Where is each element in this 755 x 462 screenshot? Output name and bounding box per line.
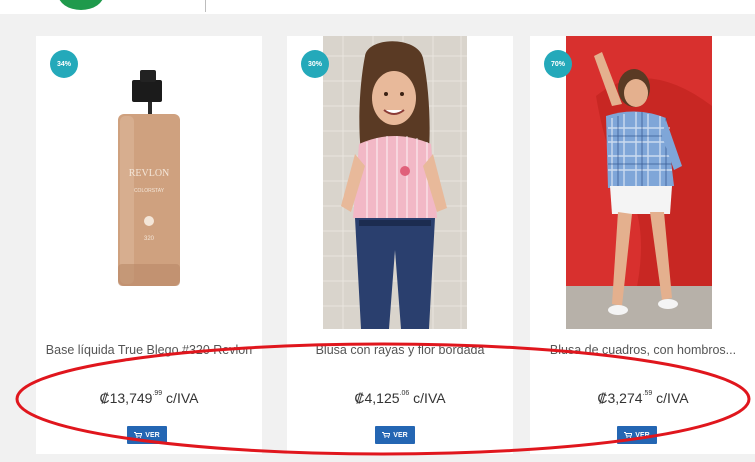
site-header <box>0 0 755 14</box>
view-button[interactable]: VER <box>375 426 415 444</box>
view-button[interactable]: VER <box>617 426 657 444</box>
svg-text:REVLON: REVLON <box>129 168 170 179</box>
view-button-label: VER <box>145 431 160 439</box>
product-image[interactable] <box>566 36 712 329</box>
svg-text:COLORSTAY: COLORSTAY <box>134 188 165 194</box>
product-image[interactable]: REVLON COLORSTAY 320 <box>36 36 262 329</box>
product-name[interactable]: Base líquida True Blego #320 Revlon <box>40 342 258 358</box>
price-cents: .59 <box>642 390 653 398</box>
price-amount: ₡13,749 <box>99 390 153 406</box>
price-tax-label: c/IVA <box>162 390 199 406</box>
price-cents: .06 <box>399 390 410 398</box>
svg-text:320: 320 <box>144 236 155 242</box>
discount-badge: 34% <box>50 50 78 78</box>
product-card: 30% Blusa con rayas y flor bordada ₡4,12… <box>287 36 513 454</box>
product-price: ₡13,749.99 c/IVA <box>36 390 262 406</box>
product-card: 34% REVLON COLORSTAY 320 Base líquida Tr… <box>36 36 262 454</box>
next-product-card-edge <box>748 36 755 454</box>
cart-icon <box>624 432 633 438</box>
product-price: ₡4,125.06 c/IVA <box>287 390 513 406</box>
price-amount: ₡3,274 <box>597 390 643 406</box>
product-name[interactable]: Blusa con rayas y flor bordada <box>291 342 509 358</box>
view-button-label: VER <box>635 431 650 439</box>
price-tax-label: c/IVA <box>652 390 689 406</box>
view-button[interactable]: VER <box>127 426 167 444</box>
discount-badge: 30% <box>301 50 329 78</box>
price-cents: .99 <box>152 390 163 398</box>
cart-icon <box>382 432 391 438</box>
cart-icon <box>134 432 143 438</box>
product-price: ₡3,274.59 c/IVA <box>530 390 755 406</box>
brand-logo[interactable] <box>58 0 104 10</box>
product-image[interactable] <box>323 36 467 329</box>
view-button-label: VER <box>393 431 408 439</box>
discount-badge: 70% <box>544 50 572 78</box>
price-tax-label: c/IVA <box>409 390 446 406</box>
product-card: 70% Blusa de cuadros, con hombros... ₡3,… <box>530 36 755 454</box>
product-name[interactable]: Blusa de cuadros, con hombros... <box>534 342 752 358</box>
header-divider <box>205 0 206 12</box>
price-amount: ₡4,125 <box>354 390 400 406</box>
